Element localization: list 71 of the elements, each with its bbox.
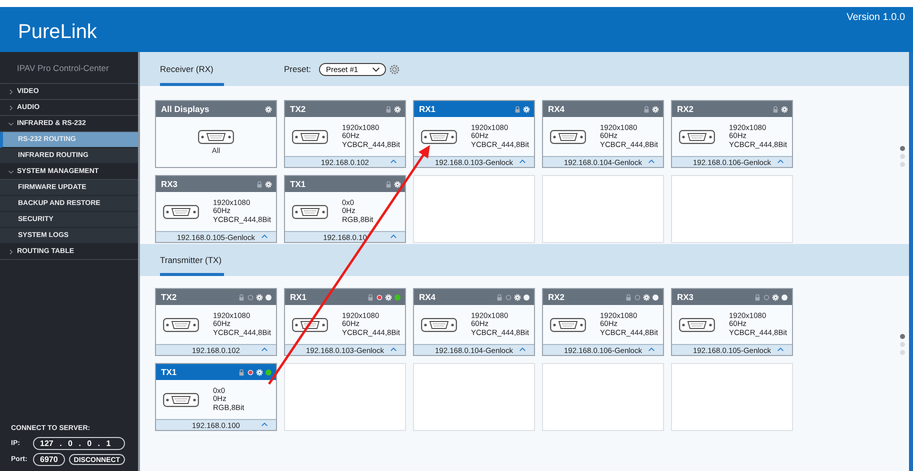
app-title: IPAV Pro Control-Center [0, 52, 138, 84]
caret-icon[interactable] [261, 422, 268, 427]
caret-icon[interactable] [648, 159, 655, 164]
chevron-icon [8, 88, 14, 94]
page-dot[interactable] [900, 350, 905, 355]
logo: PureLink [18, 21, 97, 44]
settings-icon[interactable] [388, 64, 400, 74]
card-title: RX1 [419, 104, 436, 114]
lock-icon [385, 180, 392, 188]
serial-port-icon [292, 318, 328, 332]
caret-icon[interactable] [390, 159, 397, 164]
lock-icon [625, 294, 632, 300]
serial-port-icon [421, 318, 457, 332]
serial-port-icon [421, 130, 457, 144]
version-label: Version 1.0.0 [846, 12, 905, 23]
serial-port-icon [198, 130, 234, 144]
caret-icon[interactable] [261, 234, 268, 239]
card-title: RX2 [548, 292, 565, 302]
card-title: All Displays [161, 104, 210, 114]
card-title: RX4 [548, 104, 565, 114]
page-dot[interactable] [900, 146, 905, 151]
page-dot[interactable] [900, 334, 905, 339]
lock-icon [643, 106, 650, 112]
lock-icon [496, 294, 503, 300]
serial-port-icon [550, 318, 586, 332]
chevron-icon [372, 66, 380, 72]
serial-port-icon [292, 130, 328, 144]
lock-icon [385, 106, 392, 112]
card-title: RX2 [677, 104, 694, 114]
chevron-icon [8, 248, 14, 254]
caret-icon[interactable] [519, 159, 526, 164]
port-field[interactable]: 6970 [33, 453, 65, 466]
card-title: TX2 [161, 292, 177, 302]
chevron-icon [8, 168, 14, 174]
section-tab[interactable]: Transmitter (TX) [160, 244, 224, 276]
lock-icon [367, 294, 374, 300]
lock-icon [772, 106, 779, 112]
page-dot[interactable] [900, 342, 905, 347]
caret-icon[interactable] [390, 234, 397, 239]
page-dot[interactable] [900, 154, 905, 159]
card-title: TX1 [161, 367, 177, 377]
serial-port-icon [163, 392, 199, 406]
caret-icon[interactable] [777, 347, 784, 352]
serial-port-icon [163, 318, 199, 332]
caret-icon[interactable] [648, 347, 655, 352]
lock-icon [238, 368, 245, 376]
card-title: RX3 [161, 179, 178, 189]
caret-icon[interactable] [777, 159, 784, 164]
lock-icon [256, 180, 263, 188]
card-title: RX4 [419, 292, 436, 302]
card-title: RX3 [677, 292, 694, 302]
caret-icon[interactable] [261, 347, 268, 352]
preset-label: Preset: [284, 64, 311, 74]
chevron-icon [8, 120, 14, 126]
serial-port-icon [679, 318, 715, 332]
page-dot[interactable] [900, 162, 905, 167]
chevron-icon [8, 104, 14, 110]
lock-icon [754, 294, 761, 300]
serial-port-icon [679, 130, 715, 144]
card-title: TX1 [290, 179, 306, 189]
serial-port-icon [550, 130, 586, 144]
caret-icon[interactable] [390, 347, 397, 352]
lock-icon [238, 294, 245, 300]
section-tab[interactable]: Receiver (RX) [160, 52, 224, 86]
ip-field[interactable]: 127 . 0 . 0 . 1 [33, 437, 125, 450]
serial-port-icon [292, 204, 328, 218]
caret-icon[interactable] [519, 347, 526, 352]
card-title: RX1 [290, 292, 307, 302]
serial-port-icon [163, 204, 199, 218]
card-title: TX2 [290, 104, 306, 114]
lock-icon [514, 106, 521, 112]
